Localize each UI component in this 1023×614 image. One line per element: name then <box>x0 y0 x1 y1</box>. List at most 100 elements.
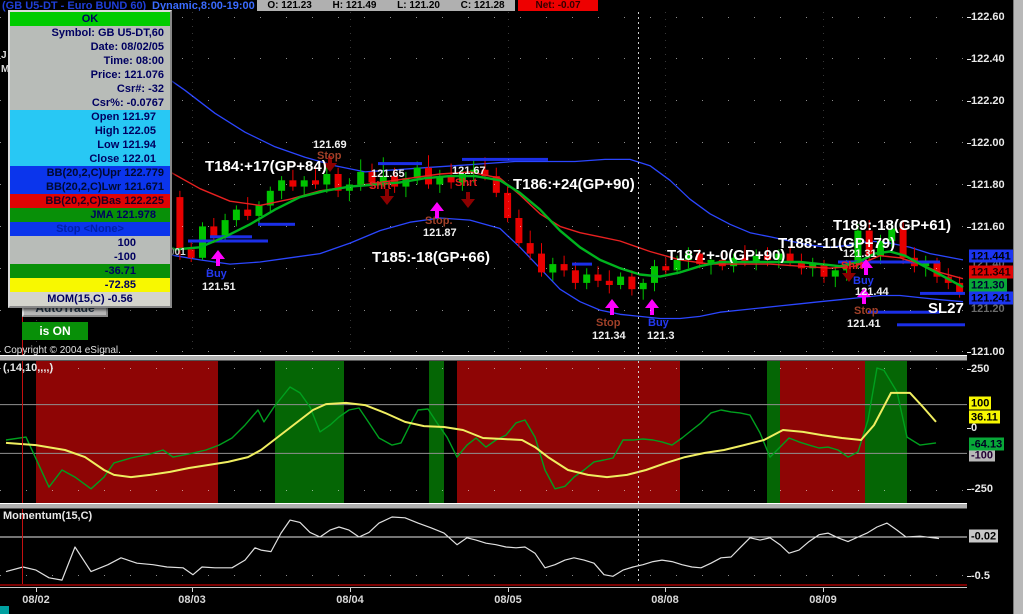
regime-band <box>429 361 444 503</box>
data-window-row: -100 <box>10 250 170 264</box>
axis-tick <box>967 576 971 577</box>
trade-summary-label: T184:+17(GP+84) <box>205 158 327 175</box>
trade-summary-label: T185:-18(GP+66) <box>372 249 490 266</box>
time-axis-label: 08/08 <box>651 594 679 606</box>
axis-value-badge: -0.02 <box>969 529 999 543</box>
axis-tick <box>967 227 971 228</box>
axis-tick <box>967 17 971 18</box>
level-segment <box>572 262 592 266</box>
high-value: H: 121.49 <box>332 0 377 11</box>
panel-bottom-border <box>0 584 967 586</box>
candle <box>628 276 636 290</box>
oscillator-study-label: (,14,10,,,,) <box>3 362 54 374</box>
legend-fragment: J <box>1 50 7 61</box>
candle <box>820 264 828 277</box>
data-window-row: Csr#: -32 <box>10 82 170 96</box>
axis-label: 250 <box>971 363 990 375</box>
sell-arrow-icon <box>461 192 475 208</box>
trade-marker-label: Stop <box>854 305 879 317</box>
trade-summary-label: T188:-11(GP+79) <box>778 235 896 252</box>
window-frame-scrollbar[interactable] <box>1013 0 1023 614</box>
time-axis-label: 08/02 <box>22 594 50 606</box>
trade-marker-label: Shrt <box>369 180 391 192</box>
axis-tick <box>967 428 971 429</box>
open-value: O: 121.23 <box>267 0 312 11</box>
trade-marker-label: 121.34 <box>592 330 626 342</box>
data-window-row: -72.85 <box>10 278 170 292</box>
candle <box>831 270 839 277</box>
data-window-row: BB(20,2,C)Lwr 121.671 <box>10 180 170 194</box>
candle <box>232 209 240 221</box>
data-window-row: MOM(15,C) -0.56 <box>10 292 170 306</box>
candle <box>526 243 534 254</box>
level-segment <box>188 239 268 243</box>
trade-marker-label: Shrt <box>841 260 863 272</box>
candle <box>278 180 286 191</box>
data-window-row: Time: 08:00 <box>10 54 170 68</box>
axis-label: 0 <box>971 422 978 434</box>
session-divider-line <box>638 509 639 586</box>
trade-summary-label: T187:+-0(GP+90) <box>667 247 786 264</box>
price-axis[interactable]: 122.60 122.40 122.20 122.00 121.80 121.60 121.… <box>967 0 1013 614</box>
axis-tick <box>967 369 971 370</box>
axis-tick <box>967 352 971 353</box>
trade-marker-label: 121.41 <box>847 318 881 330</box>
data-window: OK Symbol: GB U5-DT,60 Date: 08/02/05 Time:… <box>8 10 172 308</box>
trade-marker-label: Buy <box>648 317 669 329</box>
momentum-line <box>5 516 940 581</box>
autotrade-status-badge[interactable]: is ON <box>22 322 88 340</box>
candle <box>323 174 331 185</box>
axis-value-badge: 100 <box>969 396 992 410</box>
date-gridline <box>665 12 666 355</box>
level-segment <box>378 162 422 166</box>
axis-label: -250 <box>971 483 994 495</box>
candle <box>639 282 647 290</box>
session-divider-line <box>638 361 639 503</box>
data-window-row: Stop <None> <box>10 222 170 236</box>
data-window-row: High 122.05 <box>10 124 170 138</box>
candle <box>583 274 591 283</box>
time-axis-label: 08/09 <box>809 594 837 606</box>
price-gridline <box>0 310 967 311</box>
regime-band <box>36 361 218 503</box>
close-value: C: 121.28 <box>460 0 505 11</box>
time-axis-label: 08/03 <box>178 594 206 606</box>
data-window-row: Csr%: -0.0767 <box>10 96 170 110</box>
data-window-row: -36.71 <box>10 264 170 278</box>
data-window-row: 100 <box>10 236 170 250</box>
level-segment <box>897 323 965 327</box>
crosshair-vline <box>22 361 23 503</box>
trade-marker-label: 121.87 <box>423 227 457 239</box>
data-window-row: Open 121.97 <box>10 110 170 124</box>
axis-value-badge: -64.13 <box>969 437 1005 451</box>
axis-label: 121.60 <box>971 221 1005 233</box>
time-axis-tick <box>823 588 824 592</box>
candle <box>255 205 263 216</box>
date-gridline <box>823 12 824 355</box>
candle <box>594 274 602 281</box>
trade-marker-label: 121.31 <box>843 248 877 260</box>
ohlc-strip: O: 121.23 H: 121.49 L: 121.20 C: 121.28 <box>257 0 515 11</box>
regime-band <box>780 361 865 503</box>
momentum-study-label: Momentum(15,C) <box>3 510 93 522</box>
candle <box>786 253 794 262</box>
axis-label: 121.20 <box>971 303 1005 315</box>
oscillator-gridline <box>0 490 967 491</box>
trade-marker-label: 121.3 <box>647 330 675 342</box>
axis-tick <box>967 185 971 186</box>
trade-marker-label: 121.44 <box>855 286 889 298</box>
regime-band <box>865 361 907 503</box>
trade-marker-label: Shrt <box>455 177 477 189</box>
buy-arrow-icon <box>645 299 659 315</box>
momentum-panel[interactable]: Momentum(15,C) <box>0 509 967 586</box>
oscillator-panel[interactable]: (,14,10,,,,) <box>0 361 967 503</box>
time-axis-tick <box>665 588 666 592</box>
trade-summary-label: T189:-18(GP+61) <box>833 217 951 234</box>
time-axis-label: 08/04 <box>336 594 364 606</box>
candle <box>571 270 579 283</box>
data-window-row: Low 121.94 <box>10 138 170 152</box>
axis-label: 121.00 <box>971 346 1005 358</box>
data-window-row: BB(20,2,C)Upr 122.779 <box>10 166 170 180</box>
axis-value-badge: 121.341 <box>969 265 1013 279</box>
data-window-row: Price: 121.076 <box>10 68 170 82</box>
